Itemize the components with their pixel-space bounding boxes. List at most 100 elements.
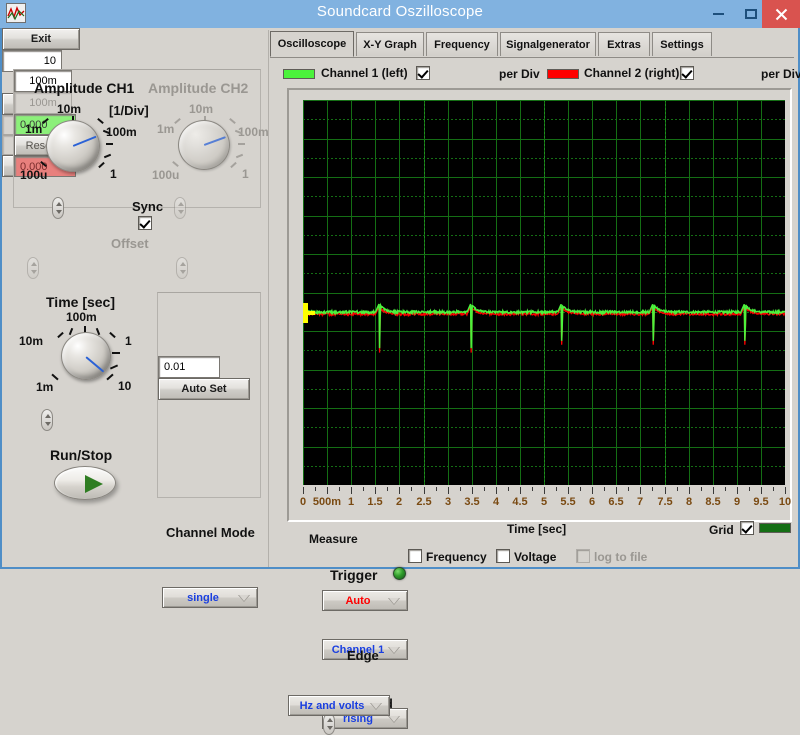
knob-ch2-tick-1: 1 bbox=[242, 167, 249, 181]
channel-mode-label: Channel Mode bbox=[166, 525, 255, 540]
amplitude-ch1-knob[interactable]: 10m 1m 100m 100u 1 bbox=[18, 98, 138, 193]
channel2-per-div-label: per Div bbox=[761, 67, 800, 81]
x-axis-major-tick bbox=[375, 487, 376, 494]
time-knob-tick-10m: 10m bbox=[19, 334, 44, 348]
runstop-label: Run/Stop bbox=[50, 447, 113, 463]
scope-waveform bbox=[303, 100, 785, 485]
exit-button[interactable]: Exit bbox=[2, 28, 80, 50]
chevron-down-icon bbox=[238, 594, 250, 602]
x-axis-minor-tick bbox=[315, 487, 316, 491]
x-axis-minor-tick bbox=[532, 487, 533, 491]
x-axis-major-tick bbox=[399, 487, 400, 494]
channel-mode-combo[interactable]: single bbox=[162, 587, 258, 608]
x-axis-minor-tick bbox=[580, 487, 581, 491]
x-axis-minor-tick bbox=[652, 487, 653, 491]
tab-signalgenerator[interactable]: Signalgenerator bbox=[500, 32, 596, 56]
x-axis-major-tick bbox=[689, 487, 690, 494]
edge-label: Edge bbox=[347, 648, 379, 663]
knob-ch1-tick-100m: 100m bbox=[106, 125, 137, 139]
frequency-checkbox[interactable] bbox=[408, 549, 422, 563]
knob-ch2-tick-1m: 1m bbox=[157, 122, 175, 136]
channel2-color-swatch bbox=[547, 69, 579, 79]
window-title: Soundcard Oszilloscope bbox=[316, 3, 484, 20]
time-knob-tick-1: 1 bbox=[125, 334, 132, 348]
tab-oscilloscope[interactable]: Oscilloscope bbox=[270, 31, 354, 57]
amplitude-ch2-knob[interactable]: 10m 1m 100m 100u 1 bbox=[150, 98, 270, 193]
chevron-down-icon bbox=[388, 597, 400, 605]
x-axis-major-tick bbox=[472, 487, 473, 494]
minimize-button[interactable] bbox=[700, 0, 736, 28]
tab-strip: Oscilloscope X-Y Graph Frequency Signalg… bbox=[270, 31, 794, 58]
threshold-spinner[interactable] bbox=[323, 713, 335, 735]
chevron-down-icon bbox=[388, 715, 400, 723]
x-axis-minor-tick bbox=[556, 487, 557, 491]
x-axis-minor-tick bbox=[508, 487, 509, 491]
threshold-value[interactable]: 0.01 bbox=[158, 356, 220, 378]
offset-ch2-spinner[interactable] bbox=[176, 257, 188, 279]
tab-xy-graph[interactable]: X-Y Graph bbox=[356, 32, 424, 56]
channel2-name: Channel 2 (right) bbox=[584, 66, 680, 80]
x-axis-minor-tick bbox=[411, 487, 412, 491]
oscilloscope-app: Soundcard Oszilloscope Exit Amplitude CH… bbox=[0, 0, 800, 735]
channel2-enable-checkbox[interactable] bbox=[680, 66, 694, 80]
measure-mode-combo[interactable]: Hz and volts bbox=[288, 695, 390, 716]
time-title: Time [sec] bbox=[46, 294, 115, 310]
log-to-file-label: log to file bbox=[594, 550, 648, 564]
x-axis-minor-tick bbox=[749, 487, 750, 491]
x-axis-minor-tick bbox=[725, 487, 726, 491]
close-icon bbox=[775, 8, 787, 20]
offset-label: Offset bbox=[111, 236, 149, 251]
x-axis-minor-tick bbox=[460, 487, 461, 491]
time-knob-tick-1m: 1m bbox=[36, 380, 54, 394]
grid-label: Grid bbox=[709, 523, 734, 537]
trigger-title: Trigger bbox=[330, 567, 378, 583]
x-axis-major-tick bbox=[327, 487, 328, 494]
trigger-mode-combo[interactable]: Auto bbox=[322, 590, 408, 611]
auto-set-button[interactable]: Auto Set bbox=[158, 378, 250, 400]
measure-label: Measure bbox=[309, 532, 358, 546]
voltage-checkbox[interactable] bbox=[496, 549, 510, 563]
channel1-color-swatch bbox=[283, 69, 315, 79]
x-axis-major-tick bbox=[303, 487, 304, 494]
x-axis-major-tick bbox=[616, 487, 617, 494]
trigger-level-marker bbox=[303, 303, 315, 323]
tab-frequency[interactable]: Frequency bbox=[426, 32, 498, 56]
amplitude-ch2-title: Amplitude CH2 bbox=[148, 80, 249, 96]
x-axis-minor-tick bbox=[436, 487, 437, 491]
tab-settings[interactable]: Settings bbox=[652, 32, 712, 56]
x-axis-major-tick bbox=[448, 487, 449, 494]
x-axis-minor-tick bbox=[339, 487, 340, 491]
channel1-per-div-label: per Div bbox=[499, 67, 540, 81]
x-axis-minor-tick bbox=[484, 487, 485, 491]
offset-ch1-spinner[interactable] bbox=[27, 257, 39, 279]
plot-grid bbox=[303, 100, 785, 485]
x-axis-major-tick bbox=[713, 487, 714, 494]
client-area: Exit Amplitude CH1 Amplitude CH2 [1/Div]… bbox=[0, 28, 800, 735]
amplitude-ch1-title: Amplitude CH1 bbox=[34, 80, 135, 96]
tab-extras[interactable]: Extras bbox=[598, 32, 650, 56]
x-axis-major-tick bbox=[785, 487, 786, 494]
amplitude-ch1-spinner[interactable] bbox=[52, 197, 64, 219]
time-knob[interactable]: 100m 10m 1 1m 10 bbox=[13, 310, 148, 415]
x-axis-major-tick bbox=[761, 487, 762, 494]
log-to-file-checkbox[interactable] bbox=[576, 549, 590, 563]
sync-checkbox[interactable] bbox=[138, 216, 152, 230]
run-stop-button[interactable] bbox=[54, 466, 116, 500]
amplitude-ch2-spinner[interactable] bbox=[174, 197, 186, 219]
grid-checkbox[interactable] bbox=[740, 521, 754, 535]
x-axis-title: Time [sec] bbox=[507, 522, 567, 536]
voltage-label: Voltage bbox=[514, 550, 557, 564]
knob-ch1-tick-100u: 100u bbox=[20, 168, 48, 182]
close-button[interactable] bbox=[762, 0, 800, 28]
grid-color-swatch[interactable] bbox=[759, 523, 791, 533]
x-axis-minor-tick bbox=[363, 487, 364, 491]
oscilloscope-plot[interactable] bbox=[303, 100, 785, 485]
play-icon bbox=[85, 475, 103, 493]
knob-ch2-tick-100m: 100m bbox=[238, 125, 269, 139]
x-axis-tick-label: 10 bbox=[778, 496, 792, 508]
x-axis-minor-tick bbox=[604, 487, 605, 491]
time-spinner[interactable] bbox=[41, 409, 53, 431]
channel1-enable-checkbox[interactable] bbox=[416, 66, 430, 80]
x-axis-major-tick bbox=[496, 487, 497, 494]
amplitude-group: Amplitude CH1 Amplitude CH2 [1/Div] 10m … bbox=[13, 69, 269, 279]
